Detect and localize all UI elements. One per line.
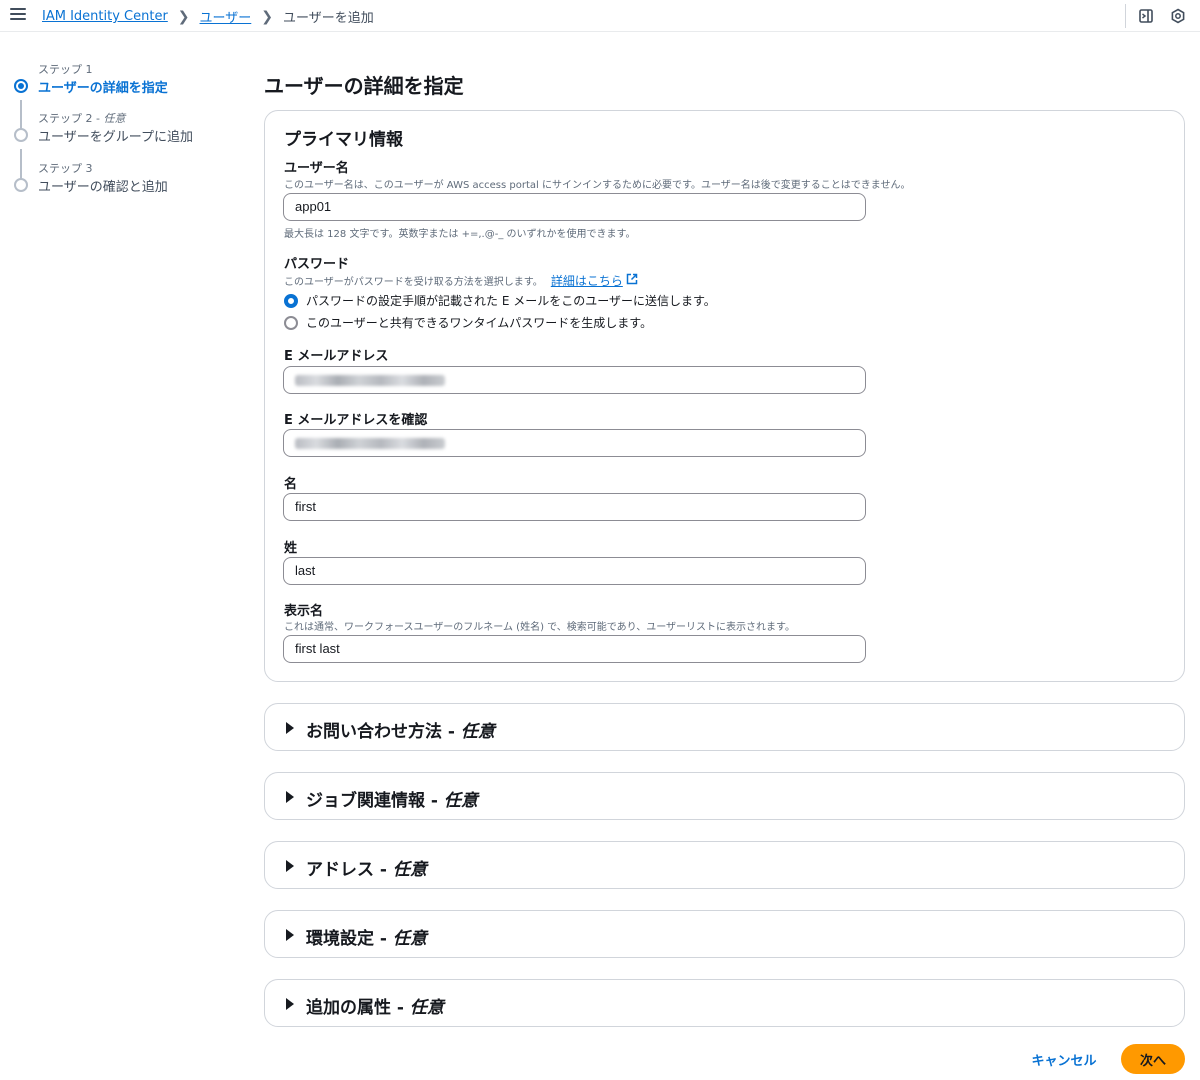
username-constraint: 最大長は 128 文字です。英数字または +=,.@-_ のいずれかを使用できま… — [284, 229, 636, 240]
display-name-label: 表示名 — [284, 604, 324, 619]
section-title: ジョブ関連情報 - 任意 — [306, 791, 478, 811]
breadcrumb-iam-identity-center[interactable]: IAM Identity Center — [42, 9, 168, 24]
side-panel-icon[interactable] — [1136, 6, 1156, 26]
cancel-button[interactable]: キャンセル — [1024, 1046, 1104, 1072]
section-title: 追加の属性 - 任意 — [306, 998, 444, 1018]
caret-right-icon — [286, 929, 294, 941]
last-name-input[interactable]: last — [283, 557, 866, 585]
password-option-onetime-label: このユーザーと共有できるワンタイムパスワードを生成します。 — [306, 316, 653, 330]
learn-more-link[interactable]: 詳細はこちら — [551, 272, 623, 289]
radio-selected-icon[interactable] — [284, 293, 298, 308]
section-preferences[interactable]: 環境設定 - 任意 — [264, 910, 1185, 958]
section-title: アドレス - 任意 — [306, 860, 427, 880]
password-description: このユーザーがパスワードを受け取る方法を選択します。 — [284, 277, 543, 288]
step-3-indicator-icon — [14, 178, 28, 192]
breadcrumb: IAM Identity Center ❯ ユーザー ❯ ユーザーを追加 — [42, 7, 374, 27]
password-option-email[interactable]: パスワードの設定手順が記載された E メールをこのユーザーに送信します。 — [284, 292, 716, 309]
section-contact-methods[interactable]: お問い合わせ方法 - 任意 — [264, 703, 1185, 751]
last-name-label: 姓 — [284, 541, 298, 556]
caret-right-icon — [286, 791, 294, 803]
external-link-icon[interactable] — [626, 273, 638, 288]
email-confirm-input[interactable] — [283, 429, 866, 457]
page-title: ユーザーの詳細を指定 — [264, 74, 464, 98]
step-1-number: ステップ 1 — [38, 63, 93, 76]
username-label: ユーザー名 — [284, 161, 349, 176]
step-3-title[interactable]: ユーザーの確認と追加 — [38, 176, 168, 195]
primary-info-container: プライマリ情報 ユーザー名 このユーザー名は、このユーザーが AWS acces… — [264, 110, 1185, 682]
wizard-steps: ステップ 1 ユーザーの詳細を指定 ステップ 2 - 任意 ユーザーをグループに… — [0, 32, 240, 1080]
first-name-input[interactable]: first — [283, 493, 866, 521]
password-description-row: このユーザーがパスワードを受け取る方法を選択します。 詳細はこちら — [284, 272, 638, 289]
display-name-input[interactable]: first last — [283, 635, 866, 663]
toolbar-divider — [1125, 4, 1126, 28]
chevron-right-icon: ❯ — [261, 8, 274, 25]
section-additional-attributes[interactable]: 追加の属性 - 任意 — [264, 979, 1185, 1027]
breadcrumb-users[interactable]: ユーザー — [200, 7, 252, 26]
step-2-indicator-icon — [14, 128, 28, 142]
redacted-email — [295, 375, 445, 386]
primary-info-heading: プライマリ情報 — [284, 130, 403, 150]
section-title: 環境設定 - 任意 — [306, 929, 427, 949]
email-input[interactable] — [283, 366, 866, 394]
first-name-label: 名 — [284, 477, 298, 492]
step-1-title[interactable]: ユーザーの詳細を指定 — [38, 77, 168, 96]
password-option-onetime[interactable]: このユーザーと共有できるワンタイムパスワードを生成します。 — [284, 314, 652, 331]
step-connector — [20, 149, 22, 181]
chevron-right-icon: ❯ — [177, 8, 190, 25]
username-description: このユーザー名は、このユーザーが AWS access portal にサインイ… — [284, 180, 911, 191]
email-confirm-label: E メールアドレスを確認 — [284, 413, 428, 428]
menu-icon[interactable] — [10, 8, 26, 22]
caret-right-icon — [286, 860, 294, 872]
email-label: E メールアドレス — [284, 349, 389, 364]
caret-right-icon — [286, 722, 294, 734]
section-title: お問い合わせ方法 - 任意 — [306, 722, 495, 742]
step-1-indicator-icon — [14, 79, 28, 93]
settings-hex-icon[interactable] — [1168, 6, 1188, 26]
radio-unselected-icon[interactable] — [284, 315, 298, 330]
step-2-number: ステップ 2 - 任意 — [38, 112, 126, 125]
step-2-title[interactable]: ユーザーをグループに追加 — [38, 126, 193, 145]
caret-right-icon — [286, 998, 294, 1010]
breadcrumb-current: ユーザーを追加 — [283, 11, 374, 26]
username-input[interactable]: app01 — [283, 193, 866, 221]
section-job-info[interactable]: ジョブ関連情報 - 任意 — [264, 772, 1185, 820]
password-option-email-label: パスワードの設定手順が記載された E メールをこのユーザーに送信します。 — [306, 294, 716, 308]
step-3-number: ステップ 3 — [38, 162, 93, 175]
top-navigation-bar: IAM Identity Center ❯ ユーザー ❯ ユーザーを追加 — [0, 0, 1200, 32]
password-label: パスワード — [284, 257, 350, 272]
display-name-description: これは通常、ワークフォースユーザーのフルネーム (姓名) で、検索可能であり、ユ… — [284, 622, 796, 633]
section-address[interactable]: アドレス - 任意 — [264, 841, 1185, 889]
next-button[interactable]: 次へ — [1121, 1044, 1185, 1074]
redacted-email — [295, 438, 445, 449]
